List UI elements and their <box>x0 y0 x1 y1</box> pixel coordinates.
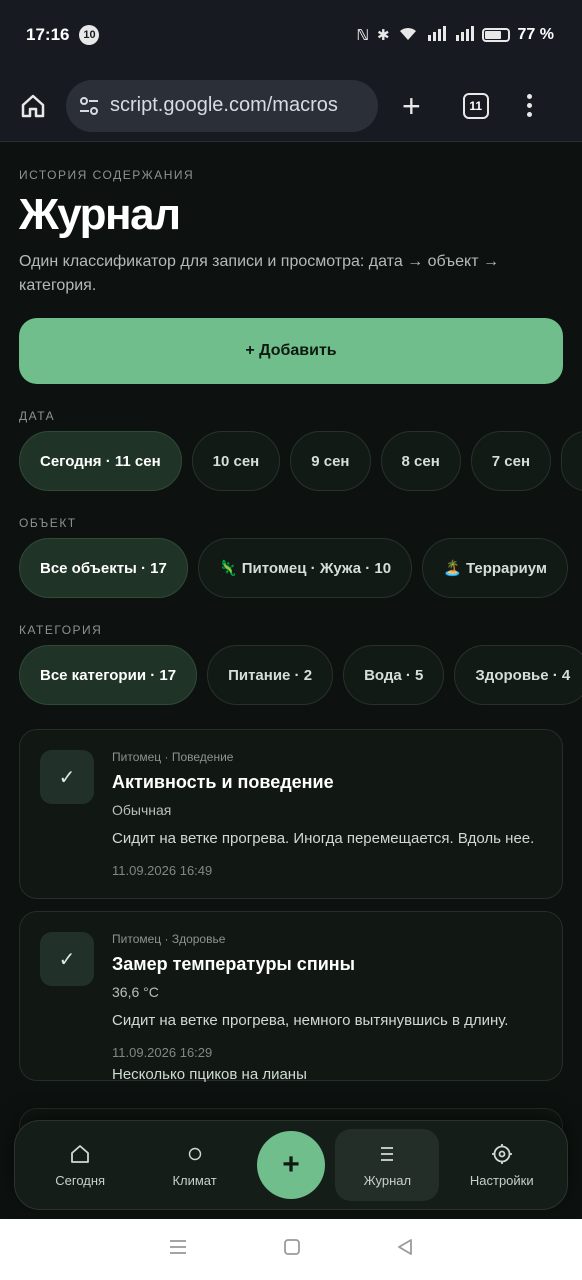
category-chip-row: Все категории · 17 Питание · 2 Вода · 5 … <box>19 645 582 705</box>
gear-icon <box>491 1143 513 1165</box>
url-text: script.google.com/macros <box>110 94 338 116</box>
journal-entry-card[interactable]: ✓ Питомец · Поведение Активность и повед… <box>19 729 563 899</box>
bluetooth-icon: ✱ <box>376 27 390 44</box>
main-content: ИСТОРИЯ СОДЕРЖАНИЯ Журнал Один классифик… <box>0 143 582 1219</box>
entry-meta: Питомец · Здоровье <box>112 932 226 946</box>
page-title: Журнал <box>19 190 181 239</box>
site-settings-icon[interactable] <box>78 95 100 117</box>
nav-label: Настройки <box>469 1172 534 1188</box>
page-subtitle: Один классификатор для записи и просмотр… <box>19 253 499 294</box>
object-chip-pet[interactable]: 🦎 Питомец · Жужа · 10 <box>197 538 413 598</box>
check-icon[interactable]: ✓ <box>40 932 94 986</box>
battery-icon <box>481 28 510 42</box>
date-chip-today[interactable]: Сегодня · 11 сен <box>19 431 182 491</box>
date-chip[interactable]: 6 <box>561 431 582 491</box>
category-filter-label: КАТЕГОРИЯ <box>19 623 103 637</box>
more-menu-icon[interactable] <box>526 94 532 117</box>
nav-item-today[interactable]: Сегодня <box>28 1129 132 1201</box>
nav-label: Сегодня <box>55 1172 106 1188</box>
category-chip-all[interactable]: Все категории · 17 <box>19 645 198 705</box>
back-icon[interactable] <box>396 1238 414 1262</box>
entry-value: 36,6 °C <box>112 984 159 1000</box>
entry-meta: Питомец · Поведение <box>112 750 234 764</box>
date-chip[interactable]: 9 сен <box>290 431 371 491</box>
new-tab-icon[interactable]: + <box>402 90 421 122</box>
entry-title: Активность и поведение <box>112 772 334 792</box>
page-eyebrow: ИСТОРИЯ СОДЕРЖАНИЯ <box>19 168 195 182</box>
browser-toolbar: script.google.com/macros + 11 <box>0 70 582 142</box>
object-filter-label: ОБЪЕКТ <box>19 516 77 530</box>
notification-badge: 10 <box>79 25 100 45</box>
signal-icon-2 <box>454 25 474 46</box>
entry-text: Сидит на ветке прогрева, немного вытянув… <box>112 1012 509 1029</box>
nav-item-climate[interactable]: Климат <box>143 1129 247 1201</box>
nav-label: Климат <box>172 1172 217 1188</box>
home-button-icon[interactable] <box>283 1238 301 1262</box>
system-navigation-bar <box>0 1219 582 1280</box>
nav-label: Журнал <box>363 1172 412 1188</box>
url-bar[interactable]: script.google.com/macros <box>66 79 378 132</box>
check-icon[interactable]: ✓ <box>40 750 94 804</box>
list-icon <box>376 1143 398 1165</box>
object-chip-terrarium[interactable]: 🏝️ Террариум <box>422 538 568 598</box>
date-chip[interactable]: 7 сен <box>470 431 552 491</box>
category-chip-water[interactable]: Вода · 5 <box>343 645 445 705</box>
entry-date: 11.09.2026 16:49 <box>112 863 213 878</box>
recent-apps-icon[interactable] <box>168 1238 188 1262</box>
journal-entry-card[interactable]: ✓ Питомец · Здоровье Замер температуры с… <box>19 911 563 1081</box>
home-icon <box>69 1143 91 1165</box>
add-fab-button[interactable]: + <box>256 1131 325 1199</box>
entry-value: Обычная <box>112 802 172 818</box>
wifi-icon <box>398 25 418 46</box>
nfc-icon: ℕ <box>356 27 369 44</box>
clock: 17:16 <box>26 25 70 44</box>
circle-icon <box>184 1143 206 1165</box>
date-chip[interactable]: 10 сен <box>191 431 281 491</box>
status-bar: 17:16 10 ℕ ✱ 77 % <box>0 0 582 70</box>
add-entry-button[interactable]: + Добавить <box>19 318 563 384</box>
entry-text: Сидит на ветке прогрева. Иногда перемеща… <box>112 830 535 847</box>
bottom-navigation: Сегодня Климат + Журнал Настройки <box>14 1120 568 1210</box>
category-chip-health[interactable]: Здоровье · 4 <box>454 645 582 705</box>
nav-item-settings[interactable]: Настройки <box>450 1129 554 1201</box>
tab-switcher-button[interactable]: 11 <box>462 92 489 119</box>
nav-item-journal[interactable]: Журнал <box>335 1129 440 1201</box>
category-chip-food[interactable]: Питание · 2 <box>207 645 334 705</box>
signal-icon <box>426 25 446 46</box>
home-icon[interactable] <box>18 91 48 121</box>
entry-title: Замер температуры спины <box>112 954 355 974</box>
date-chip[interactable]: 8 сен <box>380 431 461 491</box>
entry-date: 11.09.2026 16:29 <box>112 1045 213 1060</box>
date-filter-label: ДАТА <box>19 409 56 423</box>
object-chip-row: Все объекты · 17 🦎 Питомец · Жужа · 10 🏝… <box>19 538 582 598</box>
date-chip-row: Сегодня · 11 сен 10 сен 9 сен 8 сен 7 се… <box>19 431 582 491</box>
battery-percent: 77 % <box>517 26 554 43</box>
entry-text-partial: Несколько пциков на лианы <box>112 1066 307 1083</box>
object-chip-all[interactable]: Все объекты · 17 <box>19 538 188 598</box>
